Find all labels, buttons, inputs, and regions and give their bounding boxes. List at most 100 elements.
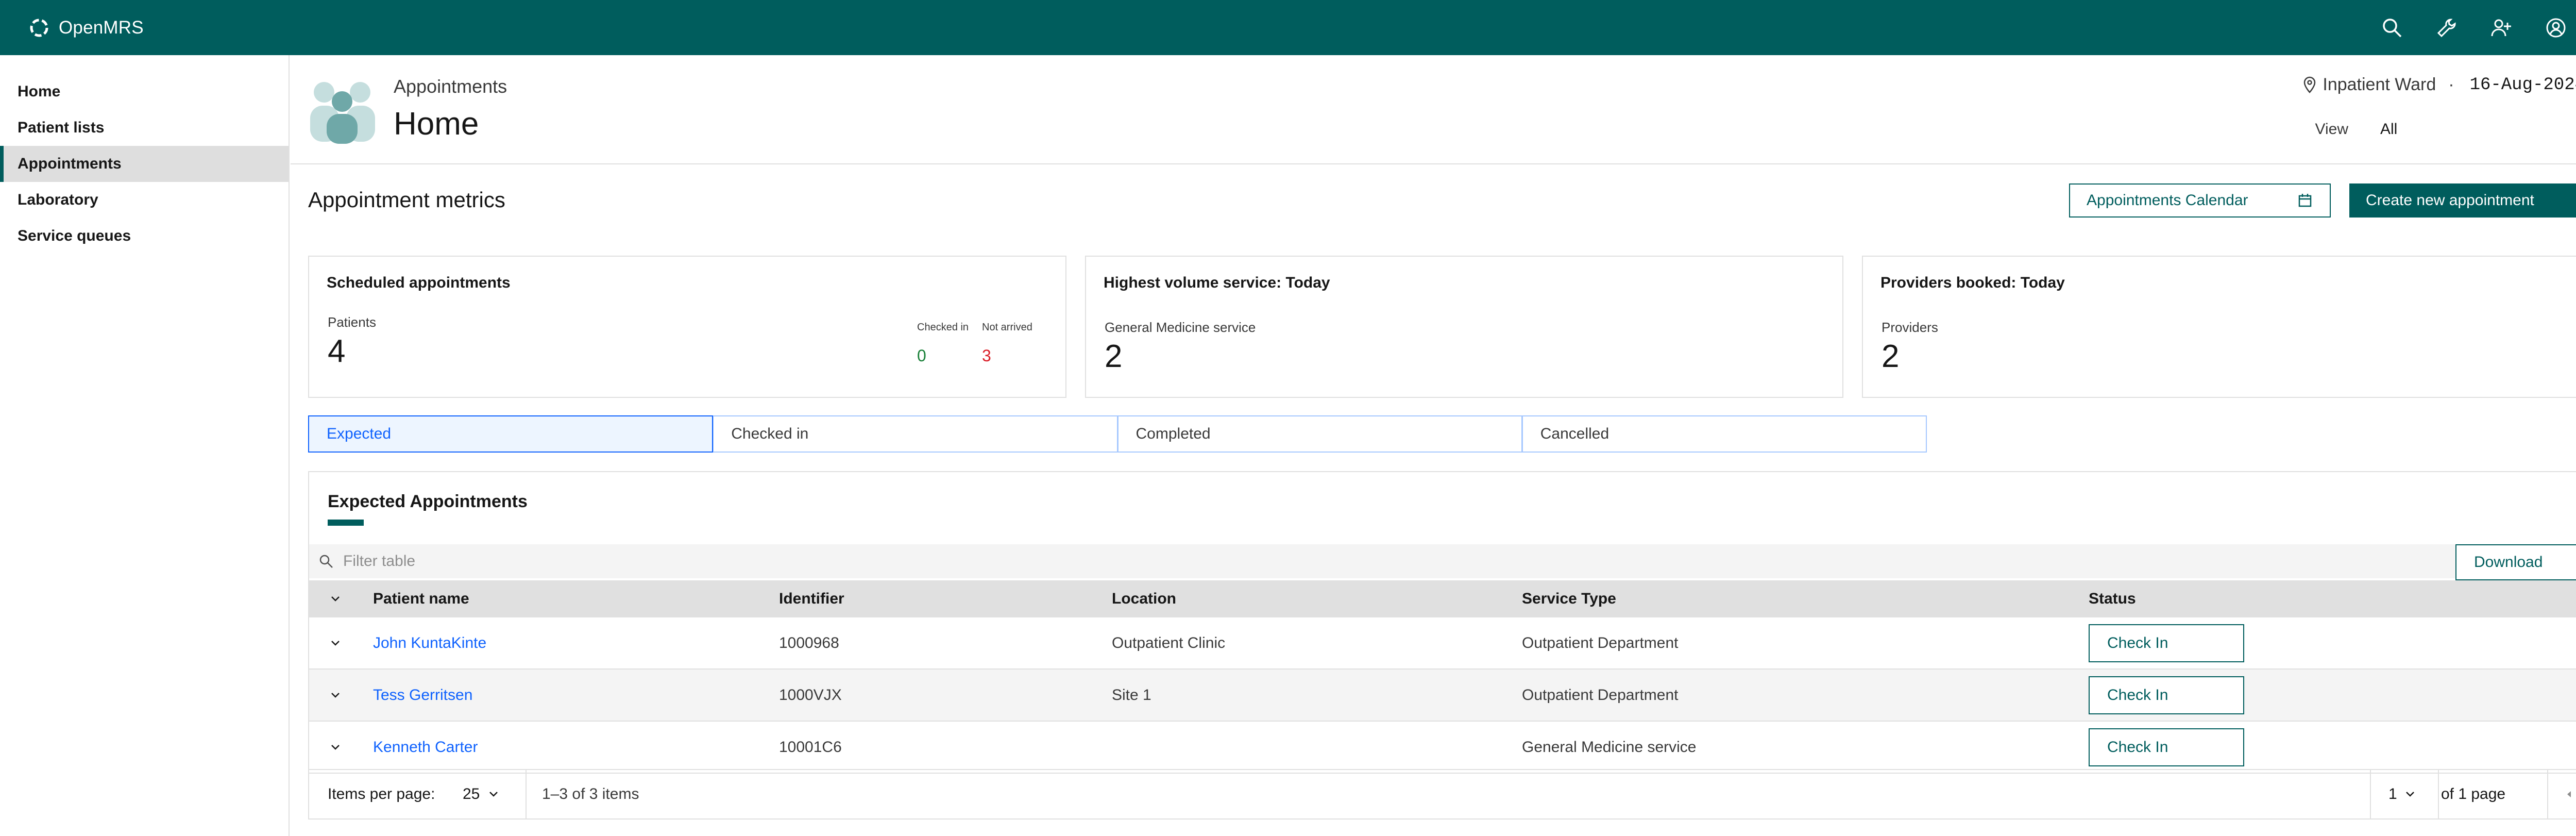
appointments-calendar-label: Appointments Calendar <box>2087 192 2248 209</box>
pagination: Items per page: 25 1–3 of 3 items 1 of 1… <box>309 769 2576 820</box>
view-label: View <box>2315 121 2348 138</box>
identifier-cell: 1000VJX <box>779 686 842 704</box>
table-row: John KuntaKinte 1000968 Outpatient Clini… <box>309 617 2576 670</box>
table-title: Expected Appointments <box>328 492 528 511</box>
user-menu-button[interactable] <box>2529 0 2576 55</box>
filter-input[interactable]: Filter table <box>318 544 415 578</box>
appointments-illustration <box>310 82 375 144</box>
service-type-cell: Outpatient Department <box>1522 634 1679 651</box>
nav-item-laboratory[interactable]: Laboratory <box>0 182 289 218</box>
search-icon <box>2383 18 2402 37</box>
check-in-button[interactable]: Check In <box>2089 624 2244 662</box>
location-cell: Outpatient Clinic <box>1112 634 1226 651</box>
page-count: of 1 page <box>2441 785 2506 802</box>
add-user-icon <box>2491 19 2511 36</box>
chevron-down-icon <box>331 744 340 750</box>
left-nav: Home Patient lists Appointments Laborato… <box>0 55 290 836</box>
scheduled-appointments-card: Scheduled appointments Patients 4 Checke… <box>308 256 1066 398</box>
view-value: All <box>2380 121 2398 138</box>
patient-name-link[interactable]: John KuntaKinte <box>373 617 486 668</box>
logo-icon <box>30 19 48 37</box>
checked-in-label: Checked in <box>917 322 969 333</box>
location-pin-icon <box>2304 76 2316 93</box>
location-cell: Site 1 <box>1112 686 1151 704</box>
brand-logo[interactable]: OpenMRS <box>26 14 144 41</box>
highest-volume-card: Highest volume service: Today General Me… <box>1085 256 1843 398</box>
tab-expected[interactable]: Expected <box>308 415 714 453</box>
page-value: 1 <box>2388 785 2397 802</box>
appointments-calendar-button[interactable]: Appointments Calendar <box>2069 183 2331 218</box>
previous-page-button[interactable] <box>2563 770 2576 818</box>
card-title: Providers booked: Today <box>1880 274 2065 291</box>
column-location[interactable]: Location <box>1112 580 1176 617</box>
items-per-page-select[interactable]: 25 <box>463 770 500 818</box>
tab-cancelled[interactable]: Cancelled <box>1522 415 1927 453</box>
location: Inpatient Ward <box>2302 75 2436 95</box>
current-date: 16-Aug-2024 <box>2469 75 2576 95</box>
tab-completed[interactable]: Completed <box>1117 415 1522 453</box>
chevron-down-icon <box>489 792 498 797</box>
nav-item-home[interactable]: Home <box>0 74 289 110</box>
patient-name-link[interactable]: Tess Gerritsen <box>373 670 472 721</box>
nav-item-patient-lists[interactable]: Patient lists <box>0 110 289 146</box>
tab-checked-in[interactable]: Checked in <box>713 415 1118 453</box>
location-name: Inpatient Ward <box>2323 75 2436 94</box>
column-identifier[interactable]: Identifier <box>779 580 844 617</box>
card-title: Scheduled appointments <box>327 274 511 291</box>
page-header: Appointments Home Inpatient Ward · 16-Au… <box>291 55 2576 164</box>
card-value: 2 <box>1882 339 1900 374</box>
download-label: Download <box>2474 554 2543 571</box>
items-per-page-label: Items per page: <box>328 785 435 802</box>
page-title: Home <box>394 106 479 142</box>
create-appointment-button[interactable]: Create new appointment <box>2349 183 2576 218</box>
view-filter: View All <box>2315 113 2576 146</box>
header-actions <box>2365 0 2576 55</box>
download-button[interactable]: Download <box>2455 544 2576 580</box>
location-date: Inpatient Ward · 16-Aug-2024 <box>2302 75 2576 95</box>
table-toolbar: Filter table Download <box>309 544 2576 580</box>
page-select[interactable]: 1 <box>2388 770 2417 818</box>
card-label: Patients <box>328 314 376 330</box>
system-admin-button[interactable] <box>2419 0 2474 55</box>
column-service-type[interactable]: Service Type <box>1522 580 1616 617</box>
filter-placeholder: Filter table <box>343 553 416 570</box>
divider <box>526 770 527 820</box>
check-in-button[interactable]: Check In <box>2089 728 2244 766</box>
item-range: 1–3 of 3 items <box>542 785 639 802</box>
divider <box>2370 770 2371 820</box>
expected-appointments-panel: Expected Appointments Filter table Downl… <box>308 471 2576 820</box>
brand-name: OpenMRS <box>59 17 144 38</box>
chevron-down-icon <box>331 596 340 601</box>
nav-item-appointments[interactable]: Appointments <box>0 146 289 182</box>
title-underline <box>328 520 364 526</box>
card-label: General Medicine service <box>1105 320 1256 335</box>
card-title: Highest volume service: Today <box>1104 274 1330 291</box>
check-in-button[interactable]: Check In <box>2089 676 2244 714</box>
separator: · <box>2448 75 2454 94</box>
column-patient-name[interactable]: Patient name <box>373 580 469 617</box>
add-patient-button[interactable] <box>2474 0 2529 55</box>
column-status[interactable]: Status <box>2089 580 2136 617</box>
caret-left-icon <box>2567 791 2571 797</box>
table-header: Patient name Identifier Location Service… <box>309 580 2576 617</box>
checked-in-value: 0 <box>917 346 926 365</box>
card-value: 2 <box>1105 339 1123 374</box>
nav-item-service-queues[interactable]: Service queues <box>0 218 289 254</box>
table-row: Tess Gerritsen 1000VJX Site 1 Outpatient… <box>309 670 2576 722</box>
search-button[interactable] <box>2365 0 2419 55</box>
row-expand-toggle[interactable] <box>328 617 343 668</box>
not-arrived-value: 3 <box>982 346 991 365</box>
patient-name-link[interactable]: Kenneth Carter <box>373 722 478 773</box>
identifier-cell: 10001C6 <box>779 738 842 756</box>
table-row: Kenneth Carter 10001C6 General Medicine … <box>309 722 2576 774</box>
appointment-tabs: Expected Checked in Completed Cancelled <box>308 415 1927 453</box>
row-expand-toggle[interactable] <box>328 722 343 773</box>
metrics-title: Appointment metrics <box>308 188 505 212</box>
view-select[interactable]: All <box>2380 113 2576 146</box>
expand-all-toggle[interactable] <box>328 580 343 617</box>
row-expand-toggle[interactable] <box>328 670 343 721</box>
top-header: OpenMRS <box>0 0 2576 55</box>
not-arrived-label: Not arrived <box>982 322 1032 333</box>
user-avatar-icon <box>2546 18 2566 37</box>
wrench-icon <box>2437 19 2456 37</box>
